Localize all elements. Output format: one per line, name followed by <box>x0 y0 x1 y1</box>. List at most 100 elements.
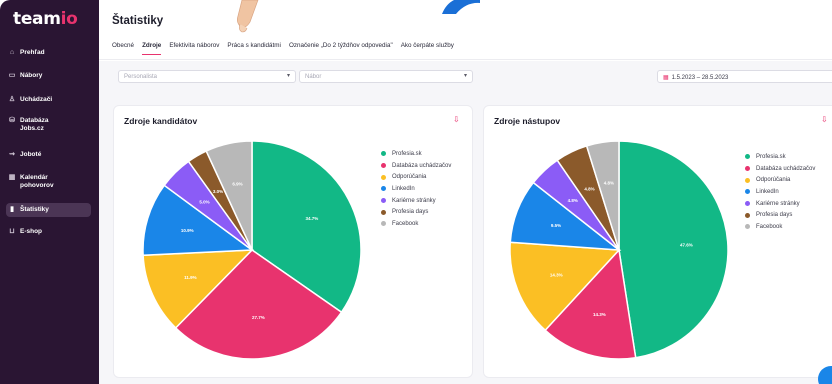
legend-item[interactable]: Profesia.sk <box>745 151 815 163</box>
legend-dot <box>745 212 750 218</box>
legend-dot <box>381 174 386 180</box>
slice-label: 10.9% <box>181 228 194 233</box>
legend-dot <box>745 224 750 230</box>
sidebar-item-label: Nábory <box>20 72 43 79</box>
legend-label: Facebook <box>392 220 419 227</box>
sidebar-item-statistiky[interactable]: ▮ Štatistiky <box>6 203 91 217</box>
download-icon[interactable]: ⇩ <box>821 115 828 124</box>
bar-chart-icon: ▮ <box>10 206 14 213</box>
legend-item[interactable]: Facebook <box>381 218 451 230</box>
personalista-select[interactable]: Personalista ▾ <box>118 70 296 83</box>
slice-label: 9.5% <box>551 223 561 228</box>
sidebar-item-label: Kalendár pohovorov <box>20 174 54 189</box>
tab-praca-s-kandidatmi[interactable]: Práca s kandidátmi <box>227 42 281 55</box>
sidebar-item-label: Prehľad <box>20 49 45 56</box>
legend-item[interactable]: Odporúčania <box>745 174 815 186</box>
legend-item[interactable]: Facebook <box>745 221 815 233</box>
nabor-select[interactable]: Nábor ▾ <box>299 70 473 83</box>
legend-item[interactable]: Databáza uchádzačov <box>381 160 451 172</box>
chevron-down-icon: ▾ <box>463 73 467 79</box>
legend-item[interactable]: Databáza uchádzačov <box>745 163 815 175</box>
slice-label: 47.6% <box>680 242 693 247</box>
pie-slice[interactable] <box>618 140 729 359</box>
slice-label: 4.8% <box>604 181 614 186</box>
legend-dot <box>381 198 386 204</box>
legend-item[interactable]: Profesia days <box>745 209 815 221</box>
sidebar-item-jobote[interactable]: ⇝ Joboté <box>6 151 91 165</box>
app-window: teamio ⌂ Prehľad ▭ Nábory ♙ Uchádzači ⛁ … <box>0 0 832 384</box>
tab-efektivita-naborov[interactable]: Efektivita náborov <box>169 42 219 55</box>
sidebar-item-nabory[interactable]: ▭ Nábory <box>6 72 91 86</box>
legend-dot <box>745 166 750 172</box>
chart-title: Zdroje nástupov <box>494 116 561 126</box>
pie-chart: 47.6% 14.3% 14.3% 9.5% 4.8% 4.8% 4.8% <box>509 140 729 360</box>
sidebar-item-label: Databáza Jobs.cz <box>20 117 49 132</box>
legend-item[interactable]: Odporúčania <box>381 171 451 183</box>
tab-zdroje[interactable]: Zdroje <box>142 42 162 55</box>
database-icon: ⛁ <box>9 116 15 124</box>
legend-dot <box>381 221 386 227</box>
logo-accent-text: io <box>60 9 78 29</box>
legend-dot <box>381 163 386 169</box>
legend-label: Profesia.sk <box>392 150 422 157</box>
sidebar-item-label: E-shop <box>20 228 43 235</box>
personalista-placeholder: Personalista <box>124 73 158 80</box>
sidebar-item-databaza[interactable]: ⛁ Databáza Jobs.cz <box>6 117 91 137</box>
legend-label: LinkedIn <box>756 188 779 195</box>
tab-oznacenie[interactable]: Označenie „Do 2 týždňov odpovedia" <box>289 42 393 55</box>
slice-label: 4.8% <box>584 187 594 192</box>
tab-obecne[interactable]: Obecné <box>112 42 134 55</box>
nabor-placeholder: Nábor <box>305 73 322 80</box>
person-icon: ♙ <box>8 95 16 103</box>
tab-ako-cerpate-sluzby[interactable]: Ako čerpáte služby <box>401 42 454 55</box>
slice-label: 27.7% <box>252 315 265 320</box>
legend-item[interactable]: LinkedIn <box>745 186 815 198</box>
sidebar-item-eshop[interactable]: ⊔ E-shop <box>6 228 91 242</box>
decorative-shape <box>442 0 480 14</box>
slice-label: 34.7% <box>306 216 319 221</box>
chart-legend: Profesia.sk Databáza uchádzačov Odporúča… <box>745 151 815 233</box>
legend-dot <box>745 154 750 160</box>
legend-label: Odporúčania <box>756 177 791 184</box>
legend-item[interactable]: Profesia days <box>381 206 451 218</box>
slice-label: 4.8% <box>568 198 578 203</box>
pie-chart: 34.7% 27.7% 11.9% 10.9% 5.0% 3.0% 6.9% <box>142 140 362 360</box>
legend-label: Profesia.sk <box>756 153 786 160</box>
legend-dot <box>381 151 386 157</box>
teamio-logo[interactable]: teamio <box>13 9 78 29</box>
legend-item[interactable]: Profesia.sk <box>381 148 451 160</box>
legend-dot <box>381 209 386 215</box>
slice-label: 14.3% <box>550 272 563 277</box>
legend-item[interactable]: Kariérne stránky <box>745 198 815 210</box>
legend-label: Databáza uchádzačov <box>756 165 816 172</box>
date-range-picker[interactable]: ▦ 1.5.2023 – 28.5.2023 <box>657 70 832 83</box>
chart-card-zdroje-kandidatov: Zdroje kandidátov ⇩ 34.7% 27.7% 11.9% 10.9%… <box>113 105 473 378</box>
legend-label: Kariérne stránky <box>756 200 800 207</box>
sidebar-item-kalendar[interactable]: ▦ Kalendár pohovorov <box>6 174 91 194</box>
page-title: Štatistiky <box>112 15 164 27</box>
chart-legend: Profesia.sk Databáza uchádzačov Odporúča… <box>381 148 451 230</box>
legend-dot <box>745 201 750 207</box>
legend-label: Databáza uchádzačov <box>392 162 452 169</box>
legend-label: Kariérne stránky <box>392 197 436 204</box>
legend-item[interactable]: LinkedIn <box>381 183 451 195</box>
slice-label: 6.9% <box>232 181 242 186</box>
tab-bar: Obecné Zdroje Efektivita náborov Práca s… <box>112 42 462 55</box>
chart-card-zdroje-nastupov: Zdroje nástupov ⇩ 47.6% 14.3% 14.3% 9.5% 4.8… <box>483 105 832 378</box>
calendar-icon: ▦ <box>8 173 16 181</box>
legend-label: Facebook <box>756 223 783 230</box>
download-icon[interactable]: ⇩ <box>453 115 460 124</box>
legend-label: Profesia days <box>756 212 793 219</box>
legend-label: Odporúčania <box>392 174 427 181</box>
legend-dot <box>381 186 386 192</box>
chart-title: Zdroje kandidátov <box>124 116 198 126</box>
calendar-icon: ▦ <box>663 74 669 81</box>
sidebar-item-label: Joboté <box>20 151 42 158</box>
sidebar-item-prehlad[interactable]: ⌂ Prehľad <box>6 49 91 63</box>
sidebar-item-label: Uchádzači <box>20 96 53 103</box>
briefcase-icon: ▭ <box>8 71 16 79</box>
logo-text: team <box>13 9 61 29</box>
sidebar-item-uchadzaci[interactable]: ♙ Uchádzači <box>6 96 91 110</box>
legend-item[interactable]: Kariérne stránky <box>381 195 451 207</box>
legend-label: Profesia days <box>392 209 429 216</box>
